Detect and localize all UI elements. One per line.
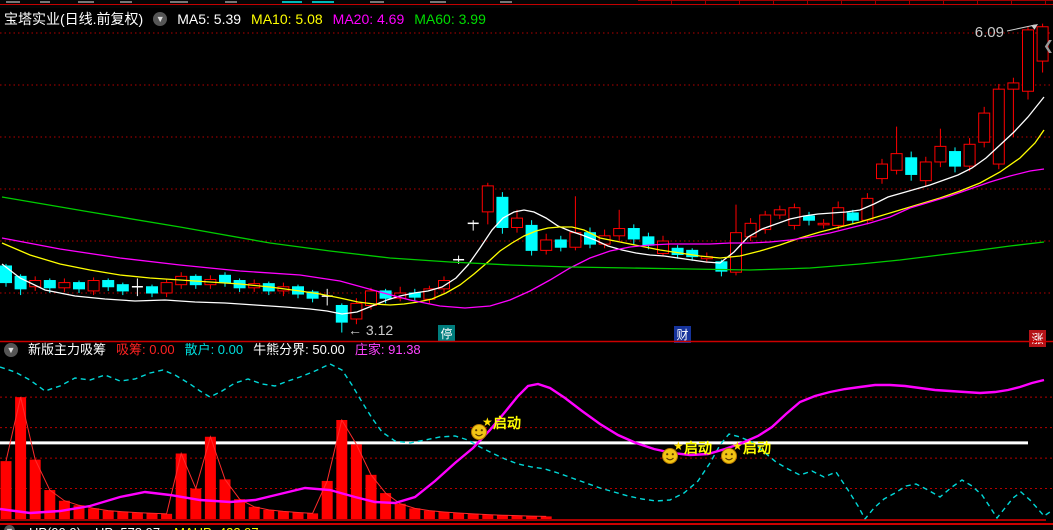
svg-text:停: 停 [440, 326, 452, 341]
ma10-label: MA10: 5.08 [251, 11, 323, 27]
chevron-down-icon[interactable]: ▼ [4, 343, 18, 357]
candlesticks [0, 23, 1049, 333]
chart-canvas[interactable]: 6.09← 3.12 停财涨❮★ 启动★ 启动 ★ 启动 [0, 0, 1053, 530]
indicator-panel-header: ▼ 新版主力吸筹 吸筹: 0.00 散户: 0.00 牛熊分界: 50.00 庄… [4, 342, 421, 358]
panel-collapse-arrow[interactable]: ❮ [1043, 38, 1053, 54]
star-icon: ★ [482, 415, 493, 429]
xichou-envelope-line [5, 397, 547, 517]
svg-text:启动: 启动 [493, 415, 521, 431]
watermarks: 停财涨 [438, 325, 1046, 347]
stock-title: 宝塔实业(日线.前复权) [4, 11, 144, 27]
main-chart-header: 宝塔实业(日线.前复权) ▼ MA5: 5.39 MA10: 5.08 MA20… [4, 9, 486, 29]
ma5-label: MA5: 5.39 [177, 11, 242, 27]
ma-line-MA5 [1, 96, 1045, 315]
indicator-title: 新版主力吸筹 [28, 342, 107, 357]
svg-text:启动: 启动 [743, 440, 771, 456]
qidong-signal: ★ 启动 [471, 415, 521, 440]
zhuangjia-line [0, 378, 1045, 515]
svg-text:财: 财 [676, 328, 688, 342]
svg-text:涨: 涨 [1031, 331, 1043, 346]
svg-text:← 3.12: ← 3.12 [348, 322, 393, 338]
star-icon: ★ [732, 439, 743, 453]
ma-line-MA20 [1, 168, 1045, 309]
ma60-label: MA60: 3.99 [414, 11, 486, 27]
svg-text:6.09: 6.09 [975, 24, 1004, 41]
ma20-label: MA20: 4.69 [332, 11, 405, 27]
chevron-down-icon[interactable]: ▼ [4, 525, 15, 530]
mahp-stat: MAHP: 422.97 [174, 525, 259, 530]
hp-stat: HP: 578.97 [95, 525, 160, 530]
ma-line-MA60 [1, 196, 1045, 271]
hp-title: HP(99.9) [29, 525, 81, 530]
stat-niuxiong: 牛熊分界: 50.00 [253, 342, 345, 357]
next-panel-header-clipped: ▼ HP(99.9) HP: 578.97 MAHP: 422.97 [0, 525, 1053, 530]
stock-app-window: 6.09 ← 3.12 停财涨 ❮ ★ 启动 ★ 启动 ★ 启动 宝塔实业(日线.前复权) ▼ M… [0, 0, 1053, 530]
price-annotations: 6.09 ← 3.12 [348, 24, 1038, 338]
chevron-down-icon[interactable]: ▼ [153, 12, 168, 26]
star-icon: ★ [673, 439, 684, 453]
stat-zhuangjia: 庄家: 91.38 [354, 342, 421, 357]
stat-sanhu: 散户: 0.00 [184, 342, 244, 357]
svg-text:启动: 启动 [684, 440, 712, 456]
stat-xichou: 吸筹: 0.00 [116, 342, 175, 357]
